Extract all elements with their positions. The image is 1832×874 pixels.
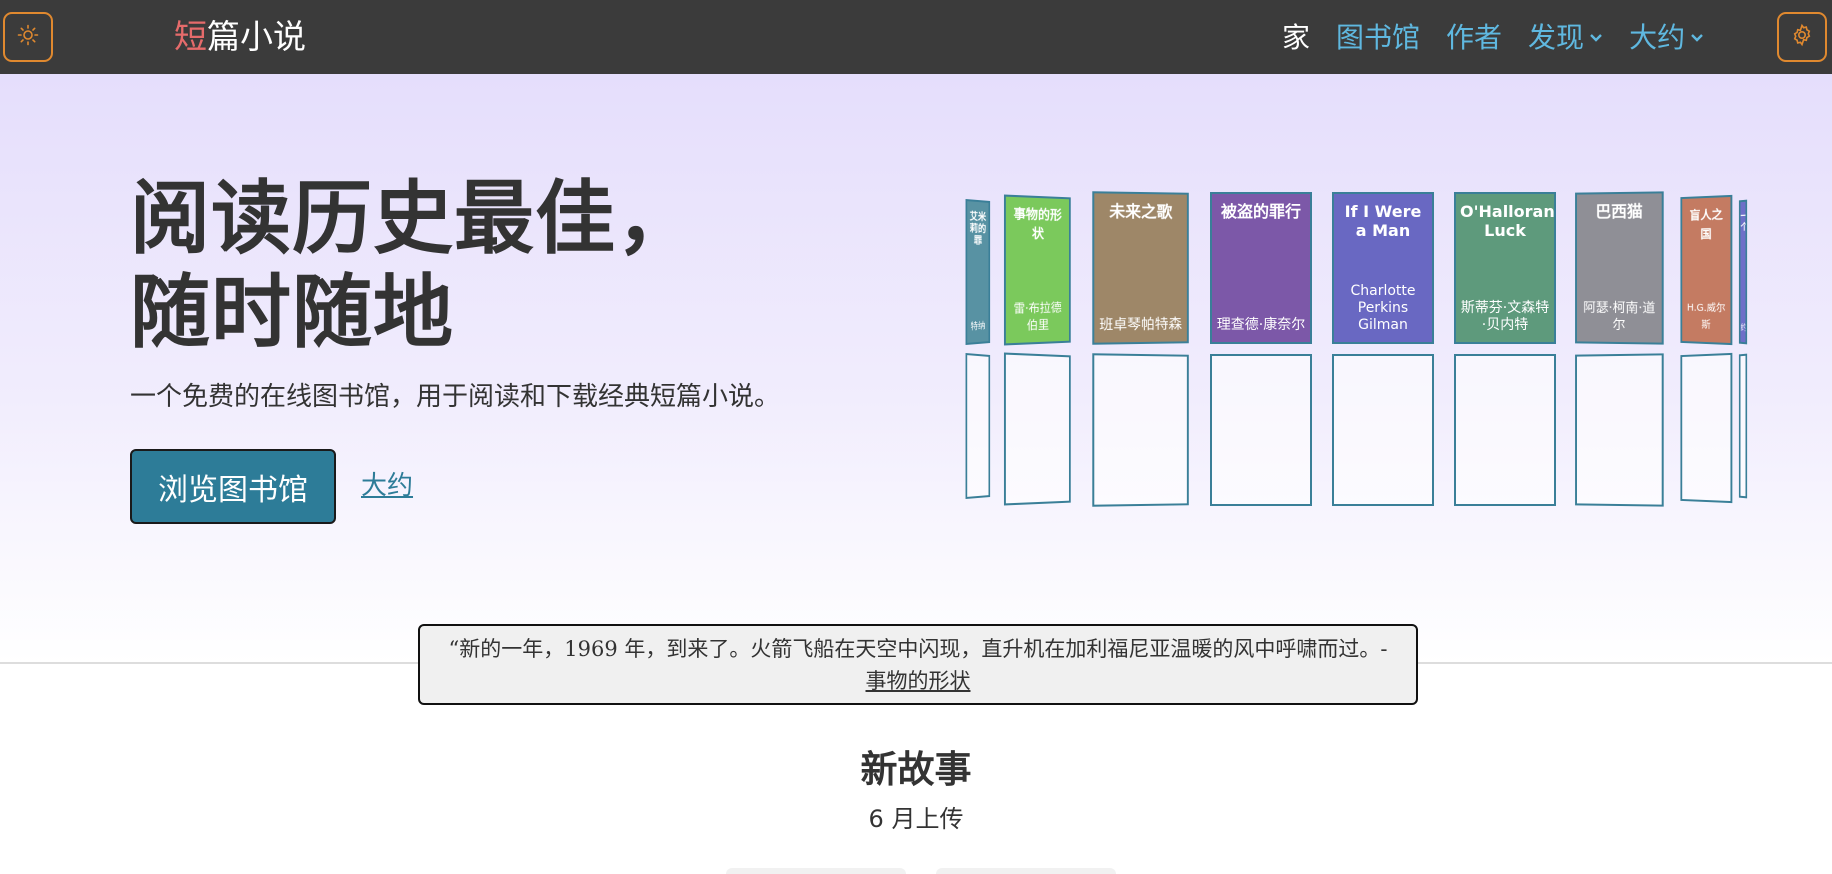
- book-author: 阿瑟·柯南·道尔: [1577, 300, 1662, 343]
- nav-about-label: 大约: [1629, 18, 1685, 58]
- book-author: 特纳: [967, 318, 988, 342]
- hero-title-line2: 随时随地: [130, 266, 454, 359]
- book-author: 雷·布拉德伯里: [1006, 299, 1069, 343]
- book-author: 约: [1741, 319, 1746, 342]
- book-title: 被盗的罪行: [1212, 194, 1310, 221]
- theme-toggle-button[interactable]: [3, 12, 53, 62]
- book-title: 艾米莉的罪: [967, 201, 988, 248]
- about-link[interactable]: 大约: [361, 468, 413, 504]
- book-author: 理查德·康奈尔: [1212, 317, 1310, 342]
- chevron-down-icon: [1589, 33, 1603, 43]
- story-card[interactable]: [936, 868, 1116, 874]
- sun-icon: [17, 24, 39, 50]
- book-cover[interactable]: 未来之歌 班卓琴帕特森: [1092, 191, 1189, 344]
- book-author: 班卓琴帕特森: [1094, 317, 1187, 343]
- chevron-down-icon: [1690, 33, 1704, 43]
- settings-button[interactable]: [1777, 12, 1827, 62]
- new-stories-subtitle: 6 月上传: [0, 802, 1832, 836]
- book-slot: [1739, 354, 1747, 499]
- hero-subtitle: 一个免费的在线图书馆，用于阅读和下载经典短篇小说。: [130, 379, 780, 415]
- top-navbar: 短篇小说 家 图书馆 作者 发现 大约: [0, 0, 1832, 74]
- book-slot: [1004, 353, 1071, 506]
- main-nav: 家 图书馆 作者 发现 大约: [1282, 18, 1730, 58]
- nav-discover[interactable]: 发现: [1528, 18, 1603, 58]
- nav-about[interactable]: 大约: [1629, 18, 1704, 58]
- book-title: If I Were a Man: [1334, 194, 1432, 240]
- book-carousel: 艾米莉的罪 特纳 事物的形状 雷·布拉德伯里 未来之歌 班卓琴帕特森 被盗的罪行…: [960, 192, 1750, 512]
- book-title: 一个: [1741, 202, 1746, 234]
- nav-library[interactable]: 图书馆: [1336, 18, 1420, 58]
- book-cover[interactable]: 盲人之国 H.G.威尔斯: [1680, 195, 1732, 345]
- featured-quote: “新的一年，1969 年，到来了。火箭飞船在天空中闪现，直升机在加利福尼亚温暖的…: [418, 624, 1418, 705]
- quote-source-link[interactable]: 事物的形状: [866, 669, 971, 693]
- book-slot: [1332, 354, 1434, 506]
- browse-library-button[interactable]: 浏览图书馆: [130, 449, 336, 524]
- book-cover[interactable]: If I Were a Man Charlotte Perkins Gilman: [1332, 192, 1434, 344]
- nav-discover-label: 发现: [1528, 18, 1584, 58]
- book-title: O'Halloran's Luck: [1456, 194, 1554, 240]
- book-author: 斯蒂芬·文森特·贝内特: [1456, 300, 1554, 342]
- book-cover[interactable]: 事物的形状 雷·布拉德伯里: [1004, 195, 1071, 346]
- hero-title: 阅读历史最佳， 随时随地: [130, 172, 697, 360]
- book-cover[interactable]: 巴西猫 阿瑟·柯南·道尔: [1575, 191, 1664, 344]
- book-author: Charlotte Perkins Gilman: [1334, 283, 1432, 342]
- book-slot: [1210, 354, 1312, 506]
- book-cover[interactable]: O'Halloran's Luck 斯蒂芬·文森特·贝内特: [1454, 192, 1556, 344]
- book-title: 未来之歌: [1094, 193, 1187, 221]
- nav-authors[interactable]: 作者: [1446, 18, 1502, 58]
- brand-rest: 篇小说: [207, 17, 306, 56]
- book-cover[interactable]: 艾米莉的罪 特纳: [966, 199, 991, 345]
- new-stories-title: 新故事: [0, 748, 1832, 792]
- book-slot: [966, 353, 991, 499]
- story-card[interactable]: [726, 868, 906, 874]
- gear-icon: [1790, 23, 1814, 51]
- nav-home[interactable]: 家: [1282, 18, 1310, 58]
- book-slot: [1575, 353, 1664, 506]
- book-title: 事物的形状: [1006, 197, 1069, 245]
- book-slot: [1454, 354, 1556, 506]
- book-title: 巴西猫: [1577, 193, 1662, 221]
- brand-accent: 短: [174, 17, 207, 56]
- book-author: H.G.威尔斯: [1682, 300, 1730, 343]
- book-title: 盲人之国: [1682, 197, 1730, 244]
- site-brand[interactable]: 短篇小说: [174, 17, 306, 57]
- quote-text: “新的一年，1969 年，到来了。火箭飞船在天空中闪现，直升机在加利福尼亚温暖的…: [449, 637, 1388, 661]
- book-slot: [1680, 353, 1732, 503]
- book-cover[interactable]: 被盗的罪行 理查德·康奈尔: [1210, 192, 1312, 344]
- hero-title-line1: 阅读历史最佳，: [130, 172, 697, 265]
- book-cover[interactable]: 一个 约: [1739, 200, 1747, 345]
- book-slot: [1092, 353, 1189, 506]
